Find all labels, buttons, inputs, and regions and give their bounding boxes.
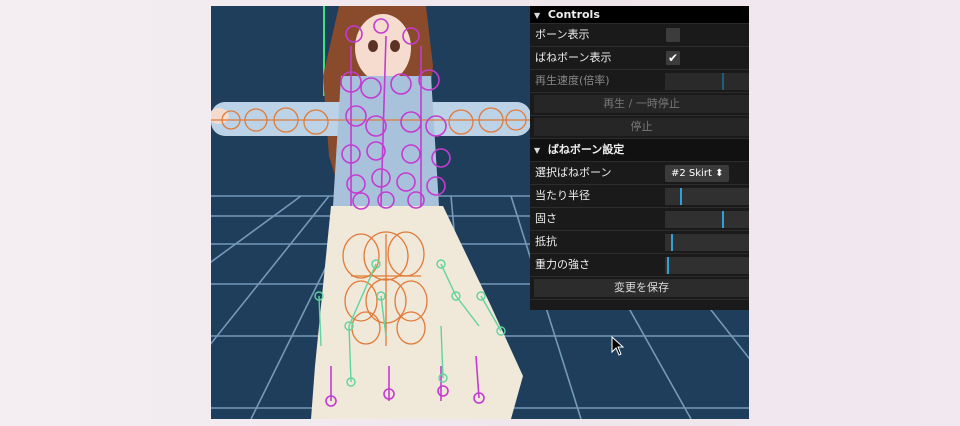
character-torso xyxy=(333,76,439,206)
playback-speed-slider-handle[interactable] xyxy=(722,73,725,90)
select-arrows-icon: ⬍ xyxy=(715,168,724,179)
playback-speed-slider[interactable] xyxy=(665,73,749,90)
drag-slider-handle[interactable] xyxy=(670,234,673,251)
selected-spring-label: 選択ばねボーン xyxy=(535,166,612,179)
stop-button[interactable]: 停止 xyxy=(534,118,749,136)
controls-panel: ▼ Controls ボーン表示 ばねボーン表示 ✔ 再生速度(倍率) 再生 /… xyxy=(530,6,749,310)
gravity-slider-handle[interactable] xyxy=(666,257,669,274)
selected-spring-value: #2 Skirt xyxy=(671,168,712,179)
stiffness-slider[interactable] xyxy=(665,211,749,228)
stiffness-slider-handle[interactable] xyxy=(722,211,725,228)
stiffness-row: 固さ xyxy=(530,208,749,231)
play-pause-button[interactable]: 再生 / 一時停止 xyxy=(534,95,749,113)
checkmark-icon: ✔ xyxy=(667,51,679,65)
stop-row: 停止 xyxy=(530,116,749,139)
gravity-row: 重力の強さ xyxy=(530,254,749,277)
show-spring-bones-checkbox[interactable]: ✔ xyxy=(666,51,680,65)
show-bones-row: ボーン表示 xyxy=(530,24,749,47)
triangle-down-icon: ▼ xyxy=(534,11,541,20)
save-changes-button[interactable]: 変更を保存 xyxy=(534,279,749,297)
controls-folder-label: Controls xyxy=(547,8,600,21)
playback-speed-label: 再生速度(倍率) xyxy=(535,74,610,87)
selected-spring-row: 選択ばねボーン #2 Skirt ⬍ xyxy=(530,162,749,185)
spring-settings-folder-label: ばねボーン設定 xyxy=(547,143,625,156)
stiffness-label: 固さ xyxy=(535,212,557,225)
character-face xyxy=(355,14,411,82)
triangle-down-icon: ▼ xyxy=(534,146,541,155)
show-bones-label: ボーン表示 xyxy=(535,28,590,41)
drag-slider[interactable] xyxy=(665,234,749,251)
spring-settings-folder-title[interactable]: ▼ ばねボーン設定 xyxy=(530,139,749,162)
selected-spring-select[interactable]: #2 Skirt ⬍ xyxy=(665,165,730,182)
show-spring-bones-row: ばねボーン表示 ✔ xyxy=(530,47,749,70)
hit-radius-slider-handle[interactable] xyxy=(680,188,683,205)
gravity-label: 重力の強さ xyxy=(535,258,590,271)
save-row: 変更を保存 xyxy=(530,277,749,300)
playback-speed-row: 再生速度(倍率) xyxy=(530,70,749,93)
mouse-pointer-icon xyxy=(611,336,625,356)
controls-folder-title[interactable]: ▼ Controls xyxy=(530,6,749,24)
hit-radius-slider[interactable] xyxy=(665,188,749,205)
gravity-slider[interactable] xyxy=(665,257,749,274)
hit-radius-row: 当たり半径 xyxy=(530,185,749,208)
hit-radius-label: 当たり半径 xyxy=(535,189,590,202)
drag-row: 抵抗 xyxy=(530,231,749,254)
play-pause-row: 再生 / 一時停止 xyxy=(530,93,749,116)
show-spring-bones-label: ばねボーン表示 xyxy=(535,51,612,64)
drag-label: 抵抗 xyxy=(535,235,557,248)
show-bones-checkbox[interactable] xyxy=(666,28,680,42)
